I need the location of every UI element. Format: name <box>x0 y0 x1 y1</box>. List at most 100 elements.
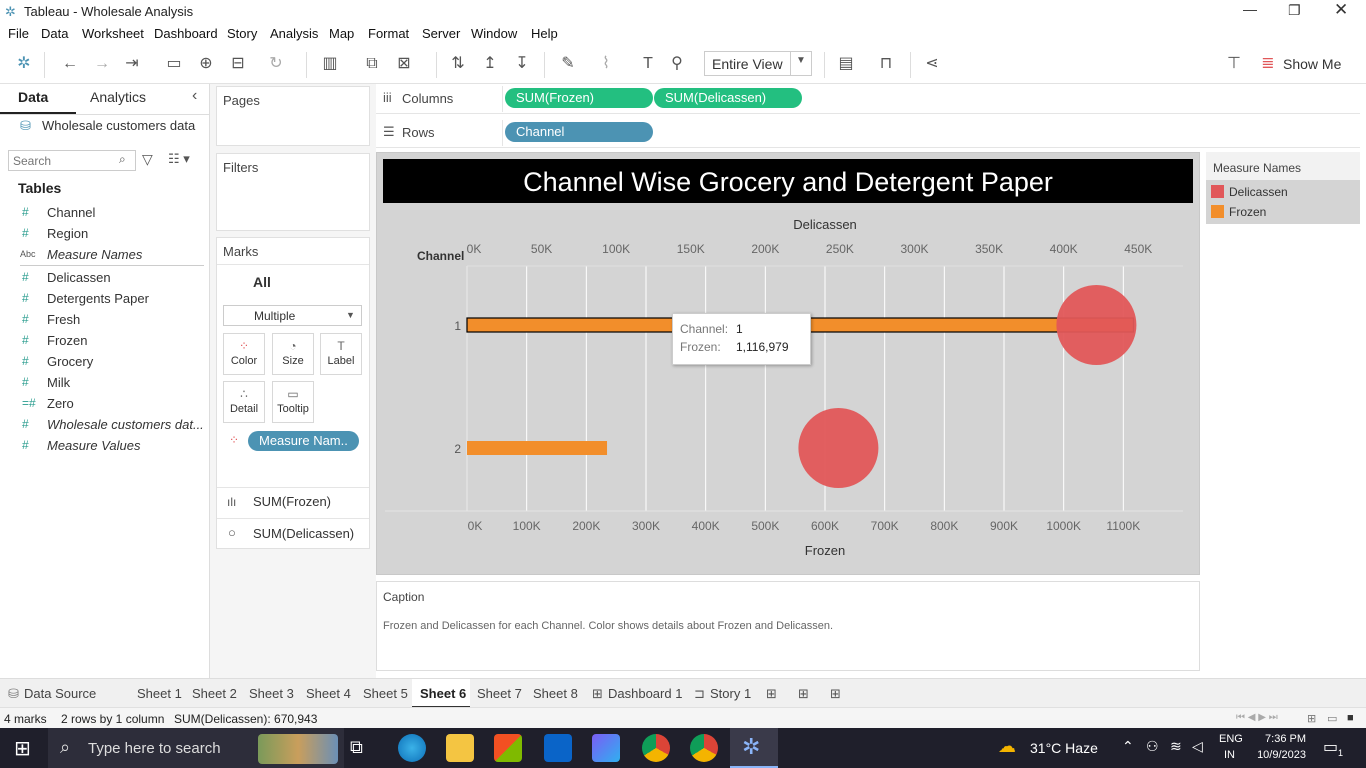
swap-icon[interactable]: ⇅ <box>448 54 468 74</box>
edge-icon[interactable] <box>398 734 426 762</box>
tab-analytics[interactable]: Analytics <box>90 89 146 105</box>
delicassen-circle[interactable] <box>1056 285 1137 365</box>
tab-sheet-3[interactable]: Sheet 3 <box>249 686 294 701</box>
notification-icon[interactable]: ▭ <box>1323 737 1338 757</box>
tabs-view-icon[interactable]: ■ <box>1347 712 1354 724</box>
tab-sheet-4[interactable]: Sheet 4 <box>306 686 351 701</box>
tableau-home-icon[interactable]: ✲ <box>14 54 34 74</box>
rows-shelf[interactable]: ☰ Rows Channel <box>376 118 1360 148</box>
menu-help[interactable]: Help <box>531 26 558 41</box>
legend-item-frozen[interactable]: Frozen <box>1229 205 1266 219</box>
menu-format[interactable]: Format <box>368 26 409 41</box>
menu-story[interactable]: Story <box>227 26 257 41</box>
marks-all-label[interactable]: All <box>253 274 271 290</box>
new-datasource-icon[interactable]: ⊕ <box>196 54 216 74</box>
marks-tab-delicassen[interactable]: SUM(Delicassen) <box>253 526 354 541</box>
clock-date[interactable]: 10/9/2023 <box>1250 749 1306 761</box>
datasource-name[interactable]: Wholesale customers data <box>42 118 195 133</box>
field-measure-values[interactable]: # Measure Values <box>0 435 205 456</box>
tab-dashboard-1[interactable]: Dashboard 1 <box>608 686 682 701</box>
new-story-tab-icon[interactable]: ⊞ <box>830 686 841 702</box>
language-top[interactable]: ENG <box>1219 733 1243 745</box>
menu-worksheet[interactable]: Worksheet <box>82 26 144 41</box>
field-region[interactable]: # Region <box>0 223 205 244</box>
delicassen-circle[interactable] <box>798 408 879 488</box>
tab-sheet-5[interactable]: Sheet 5 <box>363 686 408 701</box>
replay-icon[interactable]: ⇥ <box>122 54 142 74</box>
search-field[interactable]: ⌕ <box>8 150 136 171</box>
measure-names-pill[interactable]: Measure Nam.. <box>248 431 359 451</box>
presentation-mode-icon[interactable]: ⊓ <box>876 54 896 74</box>
filter-icon[interactable]: ▽ <box>142 151 153 168</box>
new-dashboard-tab-icon[interactable]: ⊞ <box>798 686 809 702</box>
sum-frozen-pill[interactable]: SUM(Frozen) <box>505 88 653 108</box>
frozen-bar[interactable] <box>467 441 608 455</box>
taskbar-search[interactable]: ⌕ Type here to search <box>48 728 344 768</box>
field-fresh[interactable]: # Fresh <box>0 309 205 330</box>
tray-chevron-icon[interactable]: ⌃ <box>1122 738 1134 755</box>
menu-file[interactable]: File <box>8 26 29 41</box>
menu-data[interactable]: Data <box>41 26 68 41</box>
pages-card[interactable]: Pages <box>216 86 370 146</box>
sum-delicassen-pill[interactable]: SUM(Delicassen) <box>654 88 802 108</box>
redo-icon[interactable]: → <box>92 54 112 74</box>
clock-time[interactable]: 7:36 PM <box>1260 733 1306 745</box>
minimize-icon[interactable]: — <box>1243 1 1257 17</box>
volume-icon[interactable]: ◁ <box>1192 738 1203 755</box>
field-milk[interactable]: # Milk <box>0 372 205 393</box>
tooltip-button[interactable]: ▭ Tooltip <box>272 381 314 423</box>
wifi-icon[interactable]: ≋ <box>1170 738 1182 755</box>
weather-text[interactable]: 31°C Haze <box>1030 740 1098 756</box>
group-icon[interactable]: ⌇ <box>596 54 616 74</box>
show-cards-icon[interactable]: ▤ <box>836 54 856 74</box>
tab-data[interactable]: Data <box>18 89 48 105</box>
menu-window[interactable]: Window <box>471 26 517 41</box>
mark-type-select[interactable]: Multiple ▼ <box>223 305 362 326</box>
paint-icon[interactable]: ⊤ <box>1224 54 1244 74</box>
sort-descending-icon[interactable]: ↧ <box>512 54 532 74</box>
save-icon[interactable]: ▭ <box>164 54 184 74</box>
show-me-button[interactable]: Show Me <box>1283 56 1341 72</box>
tab-sheet-2[interactable]: Sheet 2 <box>192 686 237 701</box>
tab-sheet-1[interactable]: Sheet 1 <box>137 686 182 701</box>
copilot-icon[interactable] <box>592 734 620 762</box>
field-frozen[interactable]: # Frozen <box>0 330 205 351</box>
share-icon[interactable]: ⋖ <box>922 54 942 74</box>
chart-svg[interactable]: Delicassen 0K 50K 100K 150K 200K 250K 300K 350K 4… <box>377 203 1199 574</box>
sheet-nav-icons[interactable]: ⏮ ◀ ▶ ⏭ <box>1236 712 1278 723</box>
worksheet-view[interactable]: Channel Wise Grocery and Detergent Paper… <box>376 152 1200 575</box>
view-size-select[interactable]: Entire View ▼ <box>704 51 812 76</box>
windows-start-icon[interactable]: ⊞ <box>14 736 31 761</box>
tab-story-1[interactable]: Story 1 <box>710 686 751 701</box>
mail-icon[interactable] <box>544 734 572 762</box>
filmstrip-icon[interactable]: ▭ <box>1327 712 1337 725</box>
clear-sheet-icon[interactable]: ⊠ <box>394 54 414 74</box>
color-button[interactable]: ⁘ Color <box>223 333 265 375</box>
fix-axes-icon[interactable]: ⚲ <box>667 54 687 74</box>
field-detergents-paper[interactable]: # Detergents Paper <box>0 288 205 309</box>
marks-tab-frozen[interactable]: SUM(Frozen) <box>253 494 331 509</box>
field-channel[interactable]: # Channel <box>0 202 205 223</box>
tab-data-source[interactable]: Data Source <box>24 686 96 701</box>
detail-button[interactable]: ∴ Detail <box>223 381 265 423</box>
legend-item-delicassen[interactable]: Delicassen <box>1229 185 1288 199</box>
field-delicassen[interactable]: # Delicassen <box>0 267 205 288</box>
field-zero[interactable]: =# Zero <box>0 393 205 414</box>
file-explorer-icon[interactable] <box>446 734 474 762</box>
close-icon[interactable]: ✕ <box>1334 0 1348 20</box>
tab-sheet-7[interactable]: Sheet 7 <box>477 686 522 701</box>
new-worksheet-tab-icon[interactable]: ⊞ <box>766 686 777 702</box>
menu-dashboard[interactable]: Dashboard <box>154 26 218 41</box>
refresh-icon[interactable]: ↻ <box>266 54 286 74</box>
show-me-icon[interactable]: ≣ <box>1258 54 1278 74</box>
view-options-icon[interactable]: ☷ ▾ <box>168 151 190 167</box>
size-button[interactable]: ◔ Size <box>272 333 314 375</box>
menu-server[interactable]: Server <box>422 26 460 41</box>
menu-analysis[interactable]: Analysis <box>270 26 318 41</box>
columns-shelf[interactable]: iii Columns SUM(Frozen) SUM(Delicassen) <box>376 84 1360 114</box>
restore-icon[interactable]: ❐ <box>1288 2 1301 19</box>
channel-pill[interactable]: Channel <box>505 122 653 142</box>
tableau-taskbar-button[interactable]: ✲ <box>730 728 778 768</box>
search-input[interactable] <box>13 153 113 168</box>
store-icon[interactable] <box>494 734 522 762</box>
